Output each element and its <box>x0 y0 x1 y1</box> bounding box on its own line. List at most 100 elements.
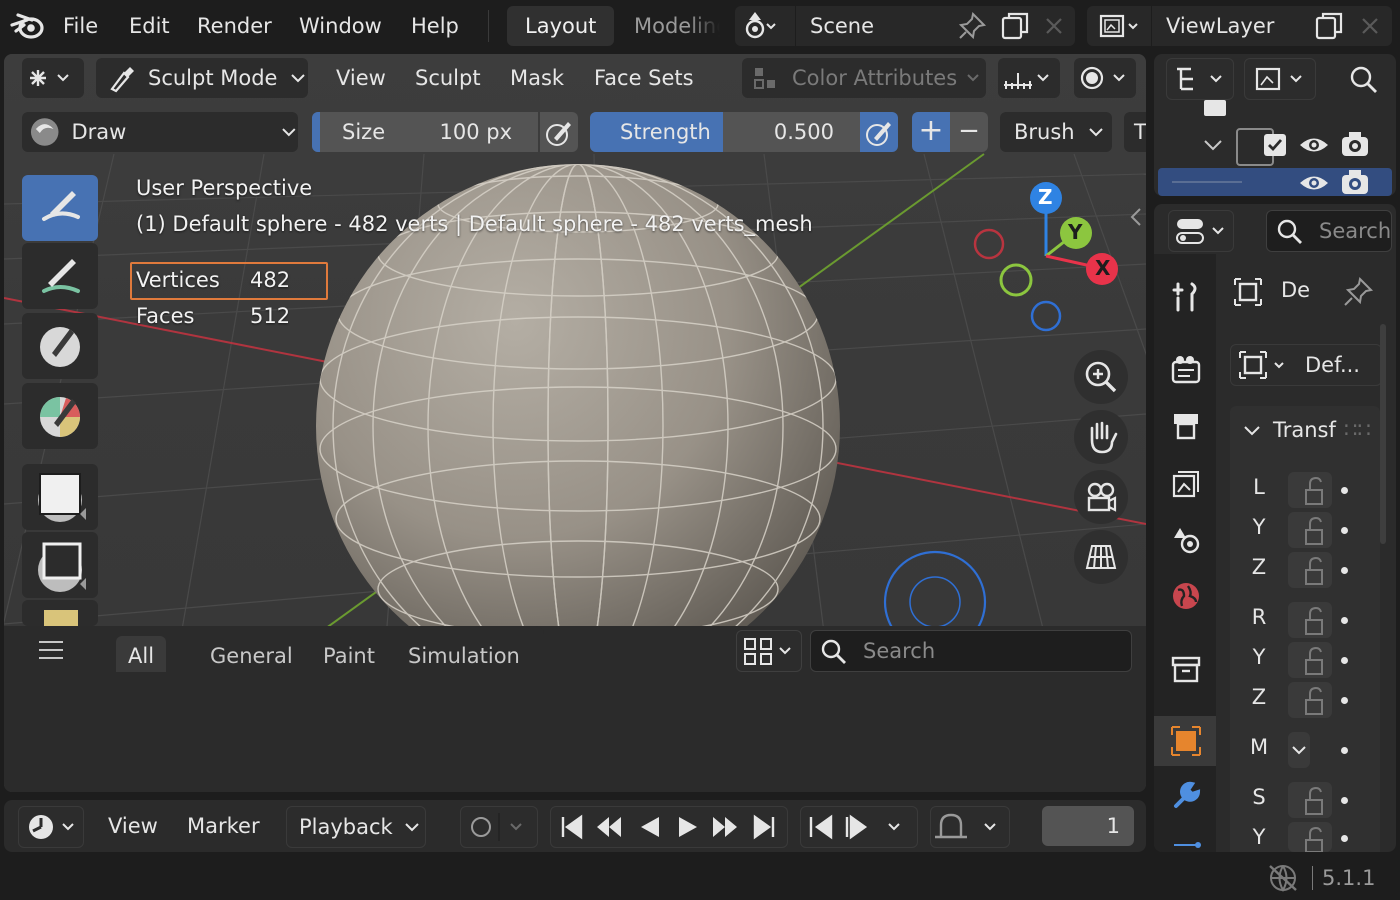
camera-view-button[interactable] <box>1074 470 1128 524</box>
menu-view[interactable]: View <box>336 58 386 98</box>
tool-color-paint[interactable] <box>22 383 98 449</box>
asset-tab-general[interactable]: General <box>210 640 293 672</box>
size-field[interactable]: Size 100 px <box>312 112 538 152</box>
symmetry-selector[interactable] <box>998 58 1060 98</box>
render-properties-icon[interactable] <box>1170 354 1202 386</box>
pin-icon[interactable] <box>1342 276 1374 308</box>
strength-field[interactable]: Strength 0.500 <box>590 112 860 152</box>
asset-search-input[interactable]: Search <box>810 630 1132 672</box>
auto-keying-toggle[interactable] <box>460 806 538 848</box>
viewport-3d[interactable]: Sculpt Mode View Sculpt Mask Face Sets C… <box>4 54 1146 792</box>
world-properties-icon[interactable] <box>1170 580 1202 612</box>
asset-tab-simulation[interactable]: Simulation <box>408 640 520 672</box>
keyframe-dot[interactable] <box>1341 747 1348 754</box>
new-view-layer-icon[interactable] <box>1313 10 1345 42</box>
tool-next[interactable] <box>22 600 98 626</box>
menu-help[interactable]: Help <box>411 0 459 52</box>
menu-sculpt[interactable]: Sculpt <box>415 58 481 98</box>
outliner-row-selected[interactable] <box>1158 168 1392 196</box>
camera-render-icon[interactable] <box>1340 168 1370 196</box>
shading-selector[interactable] <box>1074 58 1136 98</box>
new-scene-icon[interactable] <box>999 10 1031 42</box>
playback-controls[interactable] <box>550 806 788 848</box>
keyframe-dot[interactable] <box>1341 797 1348 804</box>
properties-editor-type[interactable] <box>1168 210 1234 252</box>
timeline-menu-view[interactable]: View <box>108 800 158 852</box>
tool-mask[interactable] <box>22 464 98 530</box>
output-properties-icon[interactable] <box>1170 410 1202 442</box>
navigation-gizmo[interactable]: Z Y X <box>964 176 1134 336</box>
object-data-selector[interactable]: Def... <box>1230 344 1382 386</box>
eye-icon[interactable] <box>1298 132 1330 158</box>
exclude-checkbox[interactable] <box>1264 134 1286 156</box>
zoom-button[interactable] <box>1074 350 1128 404</box>
keyframe-dot[interactable] <box>1341 567 1348 574</box>
perspective-toggle-button[interactable] <box>1074 530 1128 584</box>
outliner-display-mode[interactable] <box>1244 58 1316 100</box>
keyframe-jump-controls[interactable] <box>800 806 918 848</box>
snapping-toggle[interactable] <box>930 806 1010 848</box>
menu-edit[interactable]: Edit <box>129 0 170 52</box>
keyframe-dot[interactable] <box>1341 835 1348 842</box>
asset-tab-all[interactable]: All <box>128 640 154 672</box>
menu-window[interactable]: Window <box>299 0 382 52</box>
eye-icon[interactable] <box>1298 170 1330 196</box>
tool-draw[interactable] <box>22 175 98 241</box>
collection-properties-icon[interactable] <box>1170 654 1202 684</box>
timeline-menu-marker[interactable]: Marker <box>187 800 260 852</box>
close-view-layer-icon[interactable] <box>1359 15 1381 37</box>
color-attributes-selector[interactable]: Color Attributes <box>742 58 986 98</box>
mode-selector[interactable]: Sculpt Mode <box>96 58 308 98</box>
scene-properties-icon[interactable] <box>1170 524 1202 556</box>
tool-draw-sharp[interactable] <box>22 243 98 309</box>
particles-properties-icon[interactable] <box>1170 838 1202 852</box>
keyframe-dot[interactable] <box>1341 487 1348 494</box>
strength-pressure-button[interactable] <box>860 112 898 152</box>
object-name[interactable]: De <box>1281 278 1310 302</box>
blender-logo-icon[interactable] <box>10 11 46 41</box>
asset-tab-paint[interactable]: Paint <box>323 640 375 672</box>
keyframe-dot[interactable] <box>1341 617 1348 624</box>
network-offline-icon[interactable] <box>1266 862 1300 894</box>
menu-file[interactable]: File <box>63 0 98 52</box>
tool-box-mask[interactable] <box>22 532 98 598</box>
tab-layout[interactable]: Layout <box>507 6 615 46</box>
direction-subtract-button[interactable]: − <box>950 112 988 152</box>
close-scene-icon[interactable] <box>1043 15 1065 37</box>
modifier-properties-icon[interactable] <box>1170 780 1202 812</box>
menu-face-sets[interactable]: Face Sets <box>594 58 694 98</box>
menu-mask[interactable]: Mask <box>510 58 564 98</box>
editor-type-selector[interactable] <box>22 58 84 98</box>
search-icon[interactable] <box>1348 64 1380 96</box>
pin-icon[interactable] <box>957 11 987 41</box>
properties-scrollbar[interactable] <box>1380 324 1386 544</box>
camera-render-icon[interactable] <box>1340 130 1370 158</box>
view-layer-selector[interactable]: ViewLayer <box>1087 6 1392 46</box>
texture-menu[interactable]: T <box>1124 112 1146 152</box>
tool-paint[interactable] <box>22 313 98 379</box>
outliner-editor-type[interactable] <box>1166 58 1234 100</box>
scene-selector[interactable]: Scene <box>735 6 1075 46</box>
tab-modeling[interactable]: Modeling <box>616 6 720 46</box>
current-frame-field[interactable]: 1 <box>1042 806 1134 846</box>
hamburger-menu-icon[interactable] <box>36 638 66 662</box>
brush-menu[interactable]: Brush <box>1000 112 1112 152</box>
playback-menu[interactable]: Playback <box>286 806 426 848</box>
display-mode-selector[interactable] <box>736 630 802 672</box>
properties-search-input[interactable]: Search <box>1266 210 1392 252</box>
brush-selector[interactable]: Draw <box>22 112 298 152</box>
view-layer-properties-icon[interactable] <box>1170 468 1202 500</box>
menu-render[interactable]: Render <box>197 0 272 52</box>
tab-object-active[interactable] <box>1154 716 1216 766</box>
drag-handle-icon[interactable]: ∷∷ <box>1344 406 1371 454</box>
keyframe-dot[interactable] <box>1341 527 1348 534</box>
tool-settings-icon[interactable] <box>1170 280 1202 314</box>
timeline-editor-type[interactable] <box>18 806 84 848</box>
keyframe-dot[interactable] <box>1341 657 1348 664</box>
keyframe-dot[interactable] <box>1341 697 1348 704</box>
direction-add-button[interactable]: + <box>912 112 950 152</box>
transform-panel-header[interactable]: Transf ∷∷ <box>1230 406 1380 452</box>
size-pressure-button[interactable] <box>540 112 578 152</box>
expand-chevron-icon[interactable] <box>1202 134 1224 156</box>
pan-button[interactable] <box>1074 410 1128 464</box>
